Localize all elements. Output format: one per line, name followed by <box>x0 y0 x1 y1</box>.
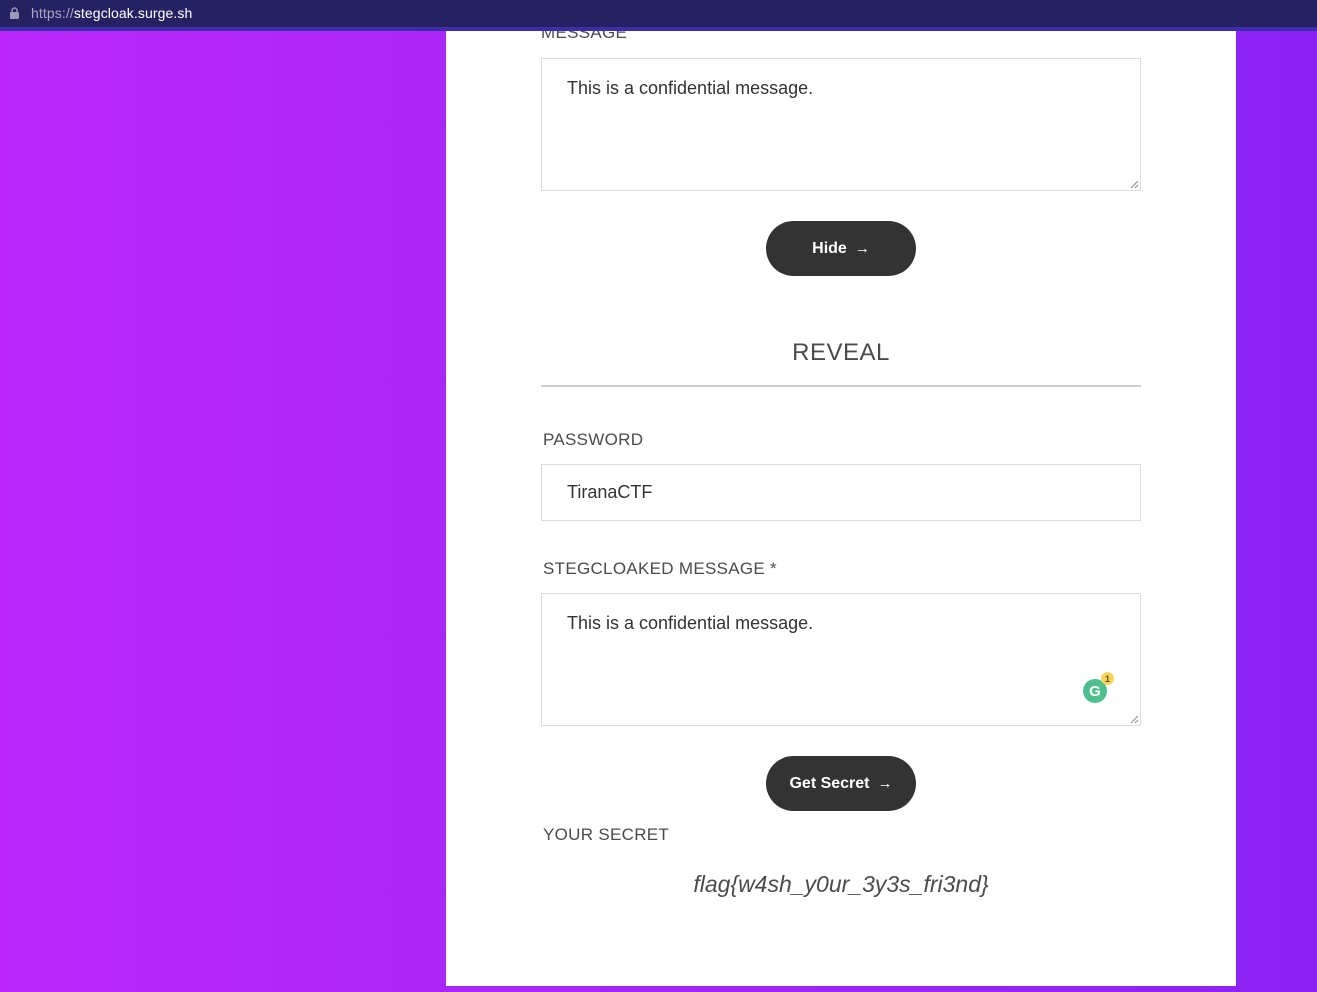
reveal-section-title: REVEAL <box>792 339 890 366</box>
secret-output: flag{w4sh_y0ur_3y3s_fri3nd} <box>693 871 989 897</box>
url-scheme: https:// <box>31 5 74 21</box>
message-label: MESSAGE <box>541 31 628 42</box>
grammarly-count-badge: 1 <box>1101 672 1114 685</box>
stegcloaked-message-textarea[interactable]: This is a confidential message. G 1 <box>541 593 1141 726</box>
hide-button-label: Hide <box>812 239 847 257</box>
lock-icon <box>10 7 19 19</box>
url-host: stegcloak.surge.sh <box>73 5 193 21</box>
hide-button[interactable]: Hide → <box>766 221 916 276</box>
resize-handle-icon[interactable] <box>1130 180 1139 189</box>
arrow-right-icon: → <box>877 775 893 792</box>
arrow-right-icon: → <box>854 240 870 257</box>
your-secret-label: YOUR SECRET <box>543 825 670 844</box>
password-text: TiranaCTF <box>567 482 653 502</box>
section-divider <box>541 385 1141 387</box>
stegcloaked-message-label: STEGCLOAKED MESSAGE * <box>543 559 777 578</box>
grammarly-letter: G <box>1089 682 1101 700</box>
browser-address-bar[interactable]: https://stegcloak.surge.sh <box>0 0 1317 31</box>
password-input[interactable]: TiranaCTF <box>541 464 1141 521</box>
message-textarea[interactable]: This is a confidential message. <box>541 58 1141 191</box>
get-secret-button[interactable]: Get Secret → <box>766 756 916 811</box>
message-text: This is a confidential message. <box>567 78 814 98</box>
grammarly-icon[interactable]: G 1 <box>1083 672 1114 703</box>
stegcloak-card: MESSAGE This is a confidential message. … <box>446 31 1236 986</box>
stegcloaked-message-text: This is a confidential message. <box>567 613 814 633</box>
get-secret-button-label: Get Secret <box>789 774 870 792</box>
password-label: PASSWORD <box>543 430 644 449</box>
resize-handle-icon[interactable] <box>1130 715 1139 724</box>
url-text[interactable]: https://stegcloak.surge.sh <box>31 5 192 21</box>
